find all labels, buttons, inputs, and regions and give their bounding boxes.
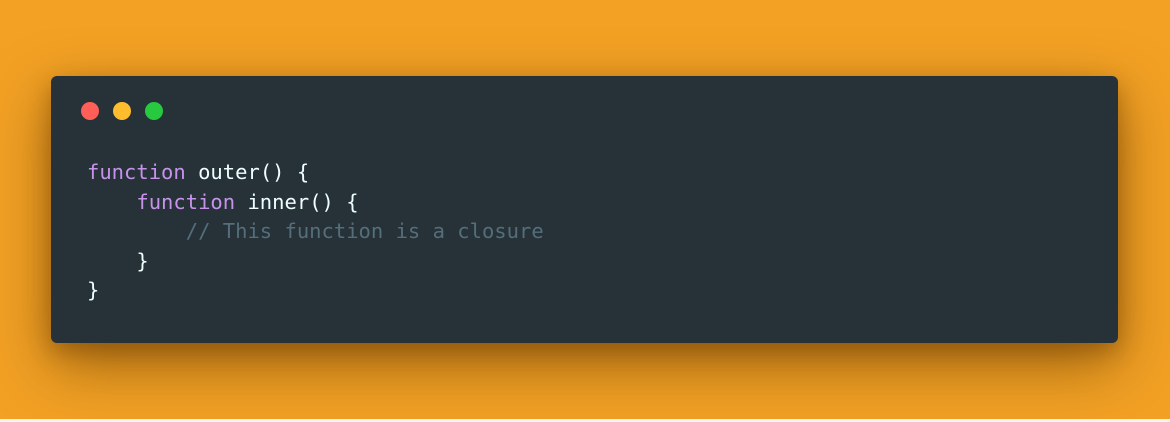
punctuation: () { — [309, 189, 359, 214]
code-line-1: function outer() { — [87, 158, 544, 188]
code-block: function outer() { function inner() { //… — [87, 158, 544, 306]
punctuation: } — [136, 248, 149, 273]
zoom-dot-icon[interactable] — [145, 102, 163, 120]
function-name: inner — [235, 189, 310, 214]
keyword: function — [87, 160, 186, 184]
code-line-3: // This function is a closure — [87, 217, 544, 247]
comment: // This function is a closure — [185, 219, 544, 243]
keyword: function — [136, 189, 236, 214]
close-dot-icon[interactable] — [81, 102, 99, 120]
minimize-dot-icon[interactable] — [113, 102, 131, 120]
code-line-4: } — [87, 247, 544, 277]
function-name: outer — [185, 160, 260, 184]
code-line-5: } — [87, 276, 544, 306]
punctuation: () { — [259, 160, 310, 184]
code-window: function outer() { function inner() { //… — [51, 76, 1118, 343]
code-line-2: function inner() { — [87, 188, 544, 218]
punctuation: } — [87, 278, 100, 302]
window-controls — [81, 102, 163, 120]
